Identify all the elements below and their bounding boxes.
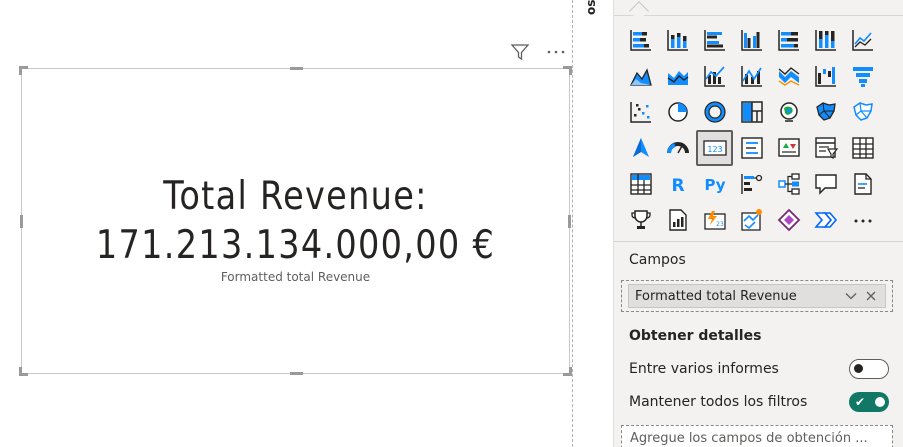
drillthrough-section-title: Obtener detalles [629,328,762,344]
app-root: Total Revenue: 171.213.134.000,00 € Form… [0,0,903,447]
chevron-down-icon[interactable] [843,288,859,304]
stacked-column-chart-icon[interactable] [659,22,696,58]
power-apps-alt-icon[interactable] [770,202,807,238]
card-icon[interactable]: 123 [696,130,733,166]
svg-text:Py: Py [704,176,725,194]
resize-handle-top[interactable] [290,67,303,70]
report-canvas[interactable]: Total Revenue: 171.213.134.000,00 € Form… [0,0,575,447]
multi-row-card-icon[interactable] [733,130,770,166]
field-pill[interactable]: Formatted total Revenue [628,284,886,308]
funnel-chart-icon[interactable] [844,58,881,94]
card-value: Total Revenue: 171.213.134.000,00 € [95,174,496,268]
stacked-area-chart-icon[interactable] [659,58,696,94]
table-icon[interactable] [844,130,881,166]
more-options-icon[interactable] [544,40,568,64]
cross-report-label: Entre varios informes [629,361,779,377]
key-influencers-icon[interactable] [733,166,770,202]
resize-handle-bottom-right[interactable] [563,367,572,376]
filled-map-icon[interactable] [807,94,844,130]
map-icon[interactable] [770,94,807,130]
resize-handle-right[interactable] [568,215,571,228]
100-stacked-bar-chart-icon[interactable] [770,22,807,58]
clustered-bar-chart-icon[interactable] [696,22,733,58]
filter-icon[interactable] [508,40,532,64]
keep-filters-label: Mantener todos los filtros [629,394,808,410]
cross-report-row: Entre varios informes [629,357,889,381]
gauge-icon[interactable] [659,130,696,166]
field-name: Formatted total Revenue [635,288,797,304]
more-visuals-icon[interactable] [844,202,881,238]
shape-map-icon[interactable] [844,94,881,130]
visual-header [508,40,568,64]
keep-filters-row: Mantener todos los filtros ✔ [629,390,889,414]
matrix-icon[interactable] [622,166,659,202]
collapsed-pane-label[interactable]: os [584,0,604,24]
ribbon-chart-icon[interactable] [770,58,807,94]
100-stacked-column-chart-icon[interactable] [807,22,844,58]
resize-handle-bottom[interactable] [290,372,303,375]
r-script-visual-icon[interactable]: R [659,166,696,202]
power-apps-icon[interactable]: 23 [696,202,733,238]
card-visual[interactable]: Total Revenue: 171.213.134.000,00 € Form… [19,66,572,376]
qna-icon[interactable] [807,166,844,202]
resize-handle-bottom-left[interactable] [19,367,28,376]
paginated-report-icon[interactable] [659,202,696,238]
line-and-stacked-column-chart-icon[interactable] [696,58,733,94]
fields-section-title: Campos [629,252,686,268]
metrics-icon[interactable] [622,202,659,238]
area-chart-icon[interactable] [622,58,659,94]
resize-handle-left[interactable] [20,215,23,228]
stacked-bar-chart-icon[interactable] [622,22,659,58]
donut-chart-icon[interactable] [696,94,733,130]
resize-handle-top-left[interactable] [19,66,28,75]
clustered-column-chart-icon[interactable] [733,22,770,58]
resize-handle-top-right[interactable] [563,66,572,75]
treemap-icon[interactable] [733,94,770,130]
pane-tab-notch [629,1,649,21]
card-category-label: Formatted total Revenue [220,270,371,284]
kpi-icon[interactable] [770,130,807,166]
drillthrough-fields-well[interactable]: Agregue los campos de obtención ... [621,425,893,447]
svg-text:123: 123 [707,145,722,154]
scatter-chart-icon[interactable] [622,94,659,130]
visualizations-pane: 123 R Py 23 Campos Formatted total Reven… [614,0,903,447]
power-automate-alt-icon[interactable] [807,202,844,238]
pane-tab-header [614,0,903,21]
line-and-clustered-column-chart-icon[interactable] [733,58,770,94]
python-visual-icon[interactable]: Py [696,166,733,202]
slicer-icon[interactable] [807,130,844,166]
section-divider [614,241,903,242]
line-chart-icon[interactable] [844,22,881,58]
power-automate-icon[interactable] [733,202,770,238]
fields-well[interactable]: Formatted total Revenue [621,280,893,312]
svg-text:R: R [671,176,684,196]
collapsed-pane-strip[interactable] [575,0,614,447]
visualizations-gallery: 123 R Py 23 [622,22,892,238]
canvas-boundary [572,0,573,447]
waterfall-chart-icon[interactable] [807,58,844,94]
close-icon[interactable] [863,288,879,304]
keep-filters-toggle[interactable]: ✔ [849,392,889,412]
pie-chart-icon[interactable] [659,94,696,130]
checkmark-icon: ✔ [855,395,866,409]
svg-text:23: 23 [716,221,724,228]
toggle-knob [875,397,885,407]
toggle-knob [854,364,863,373]
decomposition-tree-icon[interactable] [770,166,807,202]
azure-map-icon[interactable] [622,130,659,166]
smart-narrative-icon[interactable] [844,166,881,202]
cross-report-toggle[interactable] [849,359,889,379]
